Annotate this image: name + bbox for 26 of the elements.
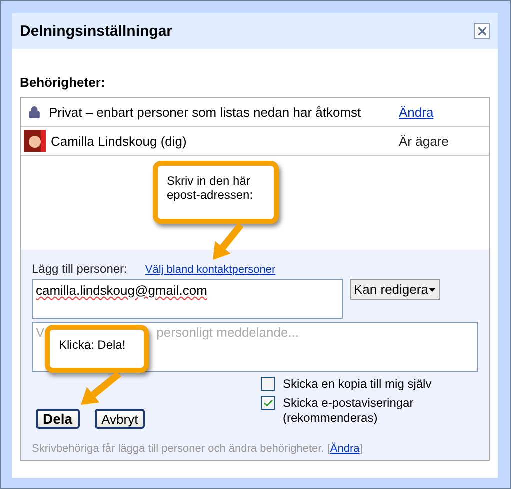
contacts-link[interactable]: Välj bland kontaktpersoner xyxy=(145,264,276,276)
checkbox-label: Skicka en kopia till mig själv xyxy=(283,377,432,392)
change-link[interactable]: Ändra xyxy=(399,104,434,120)
check-icon xyxy=(262,398,274,408)
role-text: Är ägare xyxy=(399,134,450,148)
person-name: Camilla Lindskoug (dig) xyxy=(51,134,188,148)
lock-icon xyxy=(28,106,41,118)
dialog-title: Delningsinställningar xyxy=(20,22,173,40)
add-people-label: Lägg till personer: xyxy=(32,262,128,276)
visibility-text: Privat – enbart personer som listas nedan har åtkomst xyxy=(49,104,362,120)
footer-note: Skrivbehöriga får lägga till personer och ändra behörigheter. [Ändra] xyxy=(32,443,364,455)
checkbox[interactable] xyxy=(261,377,275,391)
avatar xyxy=(24,130,46,152)
permission-dropdown[interactable]: Kan redigera xyxy=(350,279,440,300)
caret-icon xyxy=(429,288,436,292)
callout-tooltip: Skriv in den här epost-adressen: xyxy=(153,161,279,224)
close-icon xyxy=(476,24,488,38)
checkbox[interactable] xyxy=(261,396,275,410)
checkbox-label: Skicka e-postaviseringar (rekommenderas) xyxy=(283,396,415,426)
cancel-button[interactable]: Avbryt xyxy=(94,409,146,429)
callout-tooltip: Klicka: Dela! xyxy=(45,325,149,373)
change-link[interactable]: Ändra xyxy=(330,443,360,455)
permissions-heading: Behörigheter: xyxy=(20,75,106,90)
share-button[interactable]: Dela xyxy=(36,409,80,429)
email-field[interactable]: camilla.lindskoug@gmail.com xyxy=(32,279,343,319)
close-button[interactable] xyxy=(474,23,490,39)
